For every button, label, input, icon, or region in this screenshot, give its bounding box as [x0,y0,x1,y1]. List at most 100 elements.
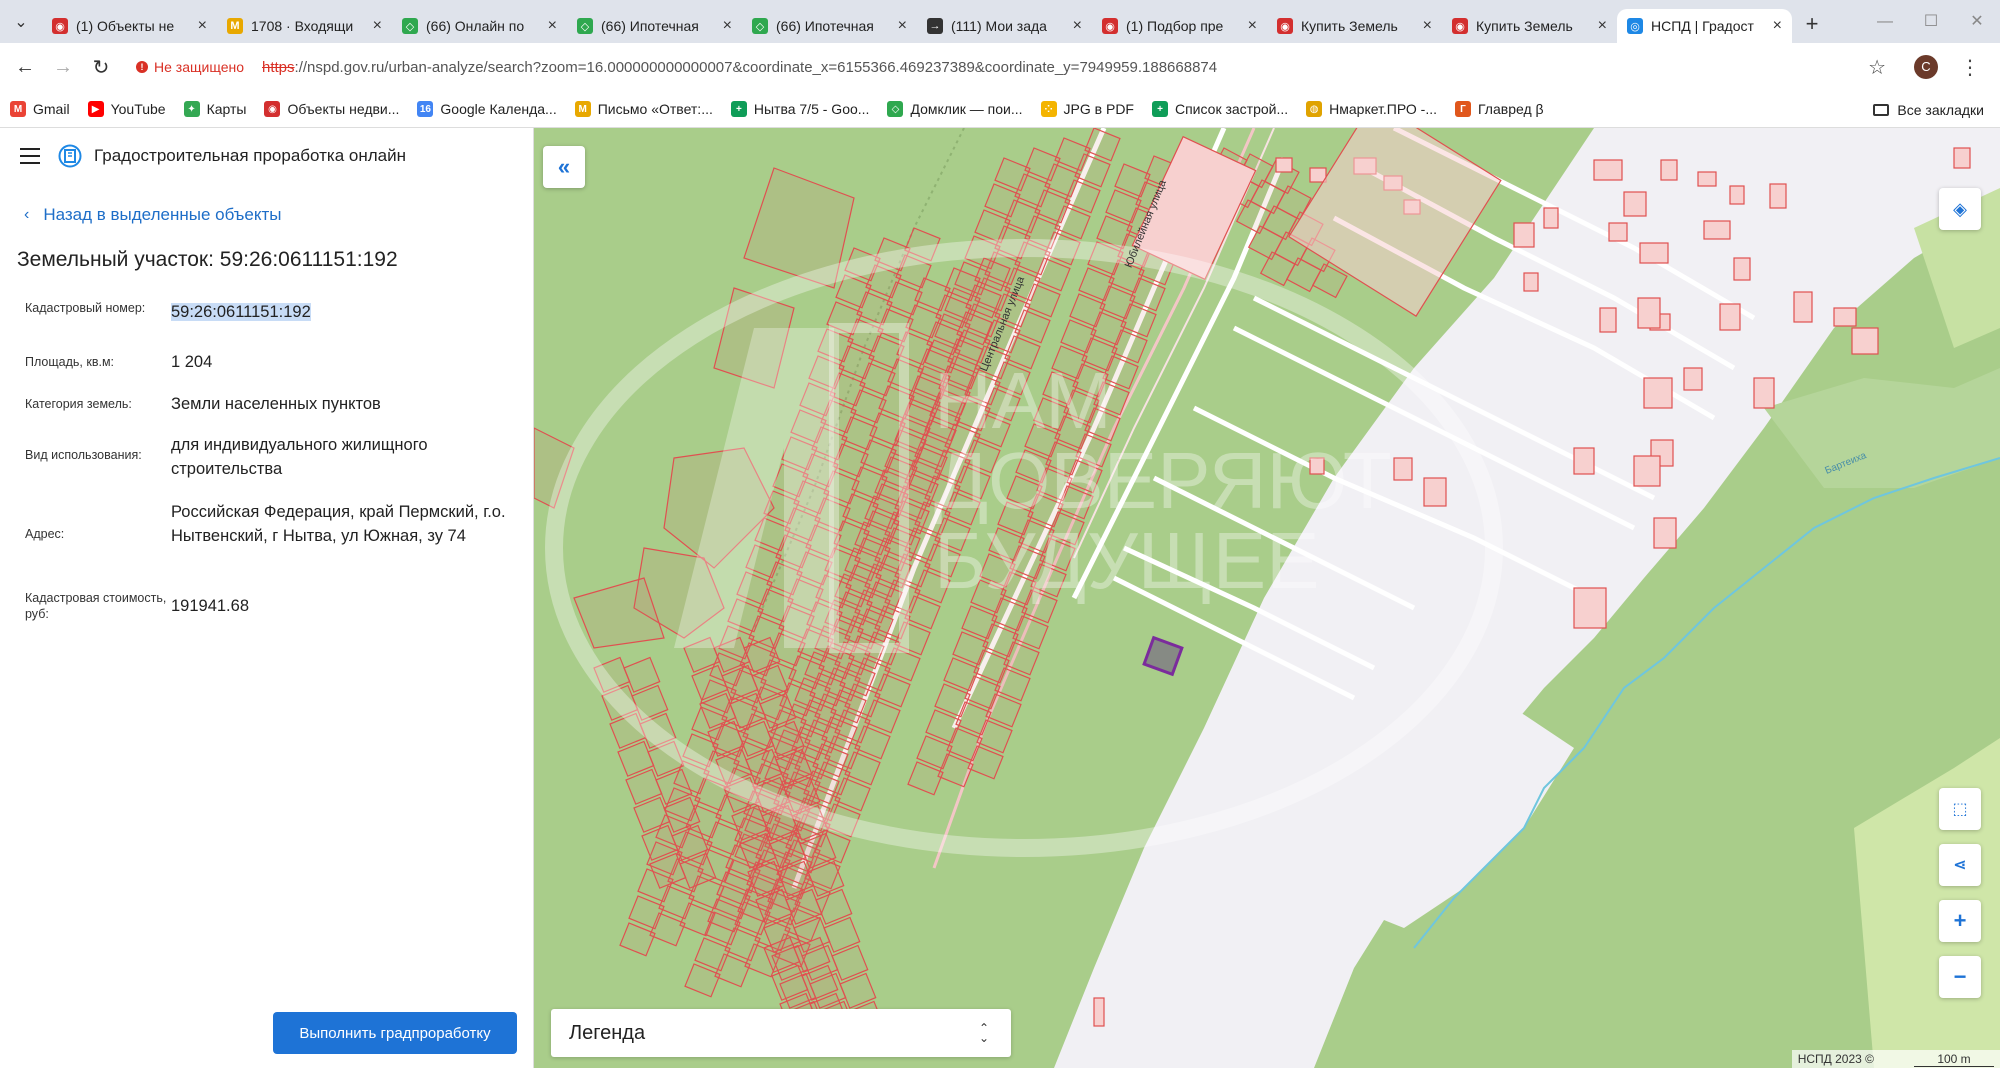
cadastral-number-value[interactable]: 59:26:0611151:192 [171,303,311,321]
bookmark-item[interactable]: ⁘ JPG в PDF [1040,101,1134,117]
back-to-selected-link[interactable]: ‹ Назад в выделенные объекты [24,205,281,225]
minimize-icon[interactable]: — [1862,0,1908,43]
folder-icon [1873,103,1890,116]
map-base-layer [534,128,2000,1068]
maximize-icon[interactable]: ☐ [1908,0,1954,43]
reload-icon[interactable]: ↻ [82,55,120,80]
zoom-out-button[interactable]: − [1939,956,1981,998]
select-area-button[interactable]: ⬚ [1939,788,1981,830]
security-indicator[interactable]: ! Не защищено [136,59,244,75]
bookmark-item[interactable]: ✦ Карты [183,101,247,117]
parcel[interactable] [684,963,721,998]
attr-row-area: Площадь, кв.м: 1 204 [25,350,515,374]
run-urban-analysis-button[interactable]: Выполнить градпроработку [273,1012,517,1054]
attr-row-cadastral-number: Кадастровый номер: 59:26:0611151:192 [25,300,515,324]
url-text: ://nspd.gov.ru/urban-analyze/search?zoom… [294,58,1218,76]
attr-value: Российская Федерация, край Пермский, г.о… [171,503,506,545]
browser-tab[interactable]: ◉ Купить Земель × [1442,9,1617,43]
browser-menu-icon[interactable]: ⋮ [1960,55,1980,80]
browser-tab[interactable]: M 1708 · Входящи × [217,9,392,43]
object-info-panel: Градостроительная проработка онлайн ‹ На… [0,128,534,1068]
bookmark-item[interactable]: ◇ Домклик — пои... [887,101,1023,117]
attr-value[interactable]: 59:26:0611151:192 [171,300,515,324]
tab-close-icon[interactable]: × [548,17,557,35]
tab-favicon-icon: → [927,18,943,34]
bookmark-item[interactable]: 16 Google Календа... [417,101,557,117]
window-controls: — ☐ ✕ [1862,0,2000,43]
bookmark-item[interactable]: M Письмо «Ответ:... [574,101,713,117]
parcel[interactable] [904,227,941,262]
tab-close-icon[interactable]: × [1248,17,1257,35]
tab-favicon-icon: ◇ [752,18,768,34]
warning-icon: ! [136,61,148,73]
tab-close-icon[interactable]: × [1773,17,1782,35]
attr-row-usage: Вид использования: для индивидуального ж… [25,433,515,481]
browser-tab-bar: ⌄ ◉ (1) Объекты не × M 1708 · Входящи × ◇ (66) … [0,0,2000,43]
bookmark-favicon-icon: + [1151,101,1168,117]
tab-title: (66) Ипотечная [776,18,874,34]
all-bookmarks[interactable]: Все закладки [1873,91,1984,128]
bookmark-label: Карты [206,101,247,117]
tab-close-icon[interactable]: × [1073,17,1082,35]
layers-button[interactable]: ◈ [1939,188,1981,230]
tab-search-icon[interactable]: ⌄ [0,0,42,43]
browser-tab[interactable]: ◉ (1) Объекты не × [42,9,217,43]
map-canvas[interactable]: НАМ ДОВЕРЯЮТ БУДУЩЕЕ Центральная улица Ю… [534,128,2000,1068]
browser-tab[interactable]: ◇ (66) Ипотечная × [567,9,742,43]
bookmark-item[interactable]: ◍ Нмаркет.ПРО -... [1306,101,1437,117]
legend-dropdown[interactable]: Легенда ⌃ ⌄ [551,1009,1011,1057]
tab-close-icon[interactable]: × [898,17,907,35]
selected-parcel[interactable] [1142,635,1184,677]
profile-avatar[interactable]: C [1914,55,1938,79]
bookmark-item[interactable]: ▶ YouTube [87,101,166,117]
browser-tab[interactable]: ◇ (66) Ипотечная × [742,9,917,43]
bookmark-item[interactable]: + Нытва 7/5 - Goo... [730,101,870,117]
bookmark-item[interactable]: ◉ Объекты недви... [264,101,399,117]
tab-close-icon[interactable]: × [723,17,732,35]
tab-title: (111) Мои зада [951,18,1047,34]
forward-arrow-icon[interactable]: → [44,56,82,79]
tab-close-icon[interactable]: × [1598,17,1607,35]
new-tab-button[interactable]: + [1792,11,1832,37]
browser-tab[interactable]: → (111) Мои зада × [917,9,1092,43]
tab-favicon-icon: ◉ [1277,18,1293,34]
bookmark-favicon-icon: ⁘ [1040,101,1057,117]
bookmark-item[interactable]: + Список застрой... [1151,101,1288,117]
tab-favicon-icon: ◉ [52,18,68,34]
browser-tab[interactable]: ◉ (1) Подбор пре × [1092,9,1267,43]
bookmark-label: Письмо «Ответ:... [597,101,713,117]
bookmark-star-icon[interactable]: ☆ [1868,55,1886,80]
tab-favicon-icon: ◉ [1452,18,1468,34]
bookmark-favicon-icon: ◍ [1306,101,1323,117]
attr-value: 191941.68 [171,597,249,615]
browser-tab[interactable]: ◇ (66) Онлайн по × [392,9,567,43]
bookmark-item[interactable]: M Gmail [10,101,70,117]
panel-header: Градостроительная проработка онлайн [0,128,534,184]
bookmarks-bar: M Gmail ▶ YouTube ✦ Карты ◉ Объекты недви... 16 G… [0,91,2000,128]
tab-favicon-icon: ◉ [1102,18,1118,34]
bookmark-label: YouTube [110,101,166,117]
attr-key: Кадастровый номер: [25,301,146,315]
parcel[interactable] [619,922,656,957]
object-title: Земельный участок: 59:26:0611151:192 [17,248,398,271]
bookmark-label: Нытва 7/5 - Goo... [753,101,870,117]
tab-close-icon[interactable]: × [1423,17,1432,35]
sort-arrows-icon: ⌃ ⌄ [978,1021,989,1045]
nspd-logo-icon [58,144,82,168]
back-arrow-icon[interactable]: ← [6,56,44,79]
bookmark-favicon-icon: M [574,101,591,117]
browser-tab[interactable]: ◎ НСПД | Градост × [1617,9,1792,43]
bookmark-label: Google Календа... [440,101,557,117]
bookmark-favicon-icon: 16 [417,101,434,117]
url-field[interactable]: ! Не защищено https://nspd.gov.ru/urban-a… [136,49,1869,85]
hamburger-menu-icon[interactable] [20,148,40,164]
tab-close-icon[interactable]: × [373,17,382,35]
tab-close-icon[interactable]: × [198,17,207,35]
close-window-icon[interactable]: ✕ [1954,0,2000,43]
attr-key: Категория земель: [25,397,132,411]
browser-tab[interactable]: ◉ Купить Земель × [1267,9,1442,43]
zoom-in-button[interactable]: + [1939,900,1981,942]
share-button[interactable]: ⋖ [1939,844,1981,886]
collapse-panel-button[interactable]: « [543,146,585,188]
bookmark-item[interactable]: Г Главред β [1455,101,1544,117]
